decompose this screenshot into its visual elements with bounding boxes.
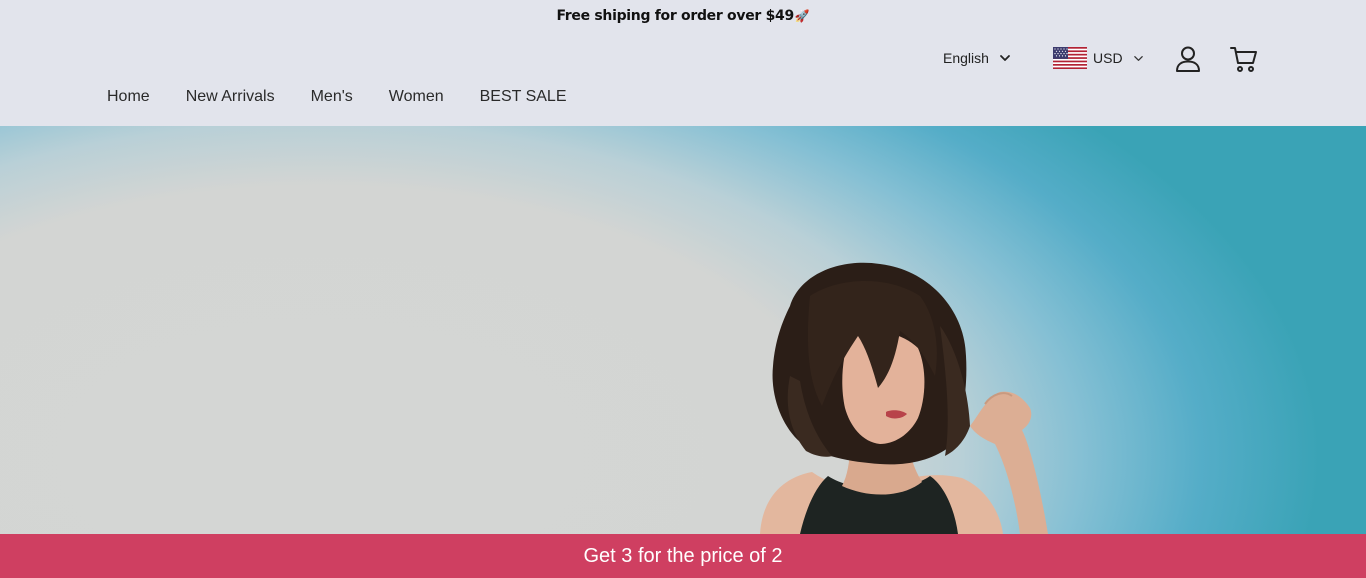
us-flag-icon xyxy=(1053,47,1087,69)
chevron-down-icon xyxy=(1000,55,1010,61)
promo-banner[interactable]: Get 3 for the price of 2 xyxy=(0,534,1366,578)
announcement-text: Free shiping for order over $49 xyxy=(556,8,794,24)
hero-banner[interactable] xyxy=(0,126,1366,534)
currency-label: USD xyxy=(1093,50,1123,66)
language-label: English xyxy=(943,50,989,66)
announcement-bar: Free shiping for order over $49🚀 xyxy=(0,8,1366,24)
nav-item-best-sale[interactable]: BEST SALE xyxy=(480,88,567,106)
rocket-icon: 🚀 xyxy=(794,9,810,23)
hero-image-woman xyxy=(760,262,1048,534)
currency-selector[interactable]: USD xyxy=(1053,47,1144,69)
promo-text: Get 3 for the price of 2 xyxy=(583,545,783,567)
nav-item-mens[interactable]: Men's xyxy=(311,88,353,106)
page: Free shiping for order over $49🚀 English xyxy=(0,0,1366,578)
site-header: Free shiping for order over $49🚀 English xyxy=(0,0,1366,126)
main-nav: Home New Arrivals Men's Women BEST SALE xyxy=(107,88,602,106)
user-icon[interactable] xyxy=(1174,45,1202,73)
nav-item-new-arrivals[interactable]: New Arrivals xyxy=(186,88,275,106)
cart-icon[interactable] xyxy=(1230,45,1258,73)
chevron-down-icon xyxy=(1133,55,1143,61)
nav-item-women[interactable]: Women xyxy=(389,88,444,106)
language-selector[interactable]: English xyxy=(943,50,1011,66)
nav-item-home[interactable]: Home xyxy=(107,88,150,106)
